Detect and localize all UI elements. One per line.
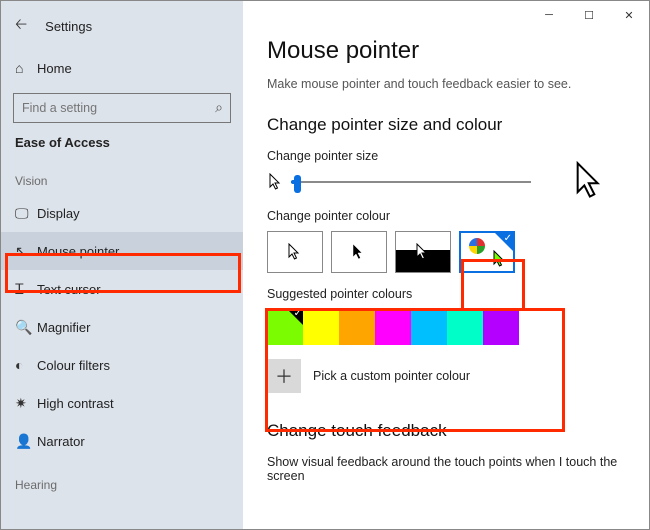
home-label: Home: [37, 61, 72, 76]
back-arrow-icon: 🡠: [15, 14, 27, 39]
pointer-size-slider[interactable]: [291, 172, 531, 192]
search-icon: ⌕: [215, 99, 223, 116]
group-hearing-label: Hearing: [1, 460, 243, 498]
home-icon: ⌂: [15, 60, 37, 76]
section-size-colour: Change pointer size and colour: [267, 115, 629, 135]
pointer-colour-options: [267, 231, 629, 273]
back-row[interactable]: 🡠 Settings: [1, 11, 243, 41]
high-contrast-icon: ✷: [15, 395, 37, 412]
colour-option-white[interactable]: [267, 231, 323, 273]
touch-feedback-desc: Show visual feedback around the touch po…: [267, 455, 629, 483]
swatch-teal[interactable]: [447, 309, 483, 345]
sidebar-item-label: Mouse pointer: [37, 244, 119, 259]
sidebar-item-label: Magnifier: [37, 320, 90, 335]
sidebar-item-label: High contrast: [37, 396, 114, 411]
sidebar-item-text-cursor[interactable]: Ꮖ Text cursor: [1, 270, 243, 308]
sidebar-item-label: Text cursor: [37, 282, 101, 297]
swatch-orange[interactable]: [339, 309, 375, 345]
section-touch-feedback: Change touch feedback: [267, 421, 629, 441]
sidebar: 🡠 Settings ⌂ Home ⌕ Ease of Access Visio…: [1, 1, 243, 529]
settings-window: ─ ☐ ✕ 🡠 Settings ⌂ Home ⌕ Ease of Access…: [0, 0, 650, 530]
category-title: Ease of Access: [1, 123, 243, 156]
sidebar-item-mouse-pointer[interactable]: ↖ Mouse pointer: [1, 232, 243, 270]
checkmark-icon: [495, 233, 513, 251]
suggested-swatches: [267, 309, 629, 345]
swatch-lime[interactable]: [267, 309, 303, 345]
main-content: Mouse pointer Make mouse pointer and tou…: [243, 1, 649, 529]
app-title: Settings: [45, 19, 92, 34]
small-cursor-icon: [267, 171, 285, 193]
pick-custom-row[interactable]: ＋ Pick a custom pointer colour: [267, 359, 629, 393]
sidebar-item-high-contrast[interactable]: ✷ High contrast: [1, 384, 243, 422]
sidebar-item-magnifier[interactable]: 🔍 Magnifier: [1, 308, 243, 346]
search-box[interactable]: ⌕: [13, 93, 231, 123]
sidebar-item-label: Narrator: [37, 434, 85, 449]
text-cursor-icon: Ꮖ: [15, 281, 37, 298]
display-icon: 🖵: [15, 205, 37, 222]
swatch-blue[interactable]: [411, 309, 447, 345]
swatch-purple[interactable]: [483, 309, 519, 345]
pointer-size-row: [267, 171, 607, 193]
pick-custom-label: Pick a custom pointer colour: [313, 369, 470, 383]
swatch-magenta[interactable]: [375, 309, 411, 345]
plus-icon: ＋: [267, 359, 301, 393]
colour-filters-icon: ◐: [15, 357, 37, 373]
colour-option-black[interactable]: [331, 231, 387, 273]
sidebar-item-narrator[interactable]: 👤 Narrator: [1, 422, 243, 460]
group-vision-label: Vision: [1, 156, 243, 194]
mouse-pointer-icon: ↖: [15, 243, 37, 260]
label-suggested-colours: Suggested pointer colours: [267, 287, 629, 301]
sidebar-item-label: Colour filters: [37, 358, 110, 373]
search-input[interactable]: [13, 93, 231, 123]
page-subtitle: Make mouse pointer and touch feedback ea…: [267, 77, 629, 91]
magnifier-icon: 🔍: [15, 319, 37, 336]
large-cursor-icon: [575, 161, 607, 206]
narrator-icon: 👤: [15, 433, 37, 450]
swatch-yellow[interactable]: [303, 309, 339, 345]
sidebar-item-display[interactable]: 🖵 Display: [1, 194, 243, 232]
sidebar-item-label: Display: [37, 206, 80, 221]
label-pointer-colour: Change pointer colour: [267, 209, 629, 223]
colour-option-inverted[interactable]: [395, 231, 451, 273]
sidebar-item-colour-filters[interactable]: ◐ Colour filters: [1, 346, 243, 384]
colour-option-custom[interactable]: [459, 231, 515, 273]
home-button[interactable]: ⌂ Home: [1, 51, 243, 85]
page-title: Mouse pointer: [267, 37, 629, 65]
